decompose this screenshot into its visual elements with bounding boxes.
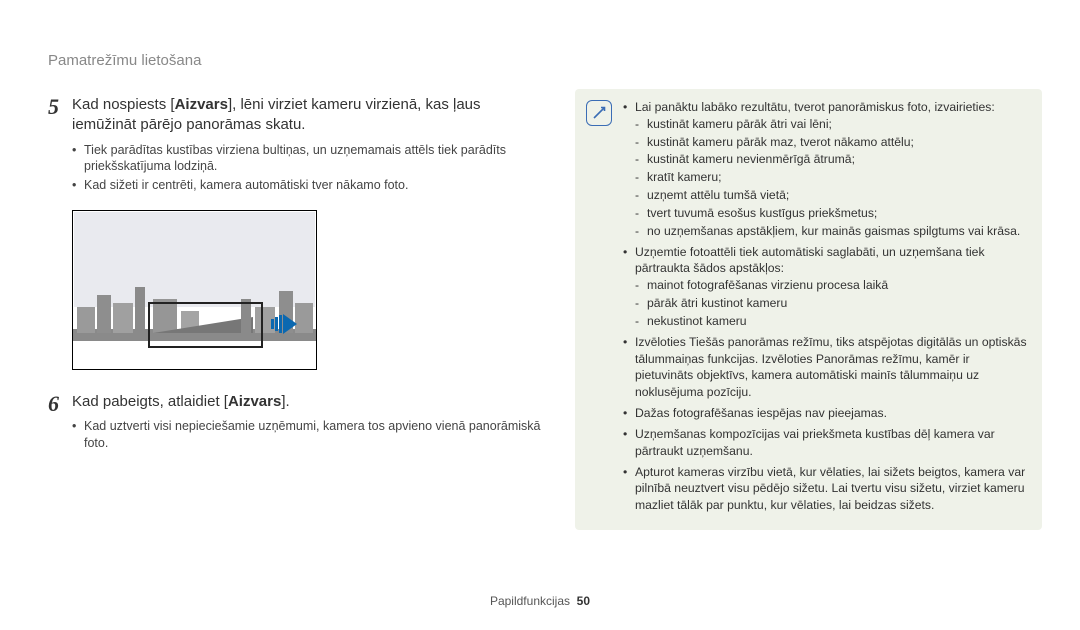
list-item: Kad sižeti ir centrēti, kamera automātis… xyxy=(72,177,543,194)
list-item: kustināt kameru pārāk maz, tverot nākamo… xyxy=(635,134,1030,151)
text: Lai panāktu labāko rezultātu, tverot pan… xyxy=(635,100,995,114)
page-number: 50 xyxy=(577,594,590,608)
page-footer: Papildfunkcijas 50 xyxy=(0,594,1080,608)
text: Kad pabeigts, atlaidiet [ xyxy=(72,393,228,410)
list-item: nekustinot kameru xyxy=(635,313,1030,330)
step-6-title: Kad pabeigts, atlaidiet [Aizvars]. xyxy=(72,392,543,412)
step-6: 6 Kad pabeigts, atlaidiet [Aizvars]. Kad… xyxy=(48,392,543,454)
page-header: Pamatrežīmu lietošana xyxy=(48,52,201,69)
list-item: Uzņemšanas kompozīcijas vai priekšmeta k… xyxy=(623,426,1030,460)
text: Uzņemtie fotoattēli tiek automātiski sag… xyxy=(635,245,985,276)
list-item: Tiek parādītas kustības virziena bultiņa… xyxy=(72,142,543,176)
bold-key: Aizvars xyxy=(175,96,228,113)
list-item: mainot fotografēšanas virzienu procesa l… xyxy=(635,277,1030,294)
list-item: Lai panāktu labāko rezultātu, tverot pan… xyxy=(623,99,1030,240)
list-item: Izvēloties Tiešās panorāmas režīmu, tiks… xyxy=(623,334,1030,401)
list-item: uzņemt attēlu tumšā vietā; xyxy=(635,187,1030,204)
footer-section: Papildfunkcijas xyxy=(490,594,570,608)
list-item: tvert tuvumā esošus kustīgus priekšmetus… xyxy=(635,205,1030,222)
list-item: Apturot kameras virzību vietā, kur vēlat… xyxy=(623,464,1030,514)
text: ]. xyxy=(281,393,289,410)
text: Kad nospiests [ xyxy=(72,96,175,113)
sub-list: kustināt kameru pārāk ātri vai lēni; kus… xyxy=(635,116,1030,240)
list-item: kratīt kameru; xyxy=(635,169,1030,186)
step-number: 6 xyxy=(48,392,72,454)
bold-key: Aizvars xyxy=(228,393,281,410)
capture-frame xyxy=(148,302,263,348)
sub-list: mainot fotografēšanas virzienu procesa l… xyxy=(635,277,1030,329)
left-column: 5 Kad nospiests [Aizvars], lēni virziet … xyxy=(48,95,543,462)
list-item: kustināt kameru pārāk ātri vai lēni; xyxy=(635,116,1030,133)
note-icon xyxy=(586,100,612,126)
list-item: Uzņemtie fotoattēli tiek automātiski sag… xyxy=(623,244,1030,330)
step-5-title: Kad nospiests [Aizvars], lēni virziet ka… xyxy=(72,95,543,136)
panorama-preview-illustration xyxy=(72,210,317,370)
step-5-bullets: Tiek parādītas kustības virziena bultiņa… xyxy=(72,142,543,195)
step-6-bullets: Kad uztverti visi nepieciešamie uzņēmumi… xyxy=(72,418,543,452)
list-item: kustināt kameru nevienmērīgā ātrumā; xyxy=(635,151,1030,168)
step-number: 5 xyxy=(48,95,72,196)
list-item: pārāk ātri kustinot kameru xyxy=(635,295,1030,312)
list-item: no uzņemšanas apstākļiem, kur mainās gai… xyxy=(635,223,1030,240)
list-item: Kad uztverti visi nepieciešamie uzņēmumi… xyxy=(72,418,543,452)
step-5: 5 Kad nospiests [Aizvars], lēni virziet … xyxy=(48,95,543,196)
note-panel: Lai panāktu labāko rezultātu, tverot pan… xyxy=(575,89,1042,530)
direction-arrow-icon xyxy=(271,314,297,334)
note-list: Lai panāktu labāko rezultātu, tverot pan… xyxy=(623,99,1030,514)
list-item: Dažas fotografēšanas iespējas nav pieeja… xyxy=(623,405,1030,422)
